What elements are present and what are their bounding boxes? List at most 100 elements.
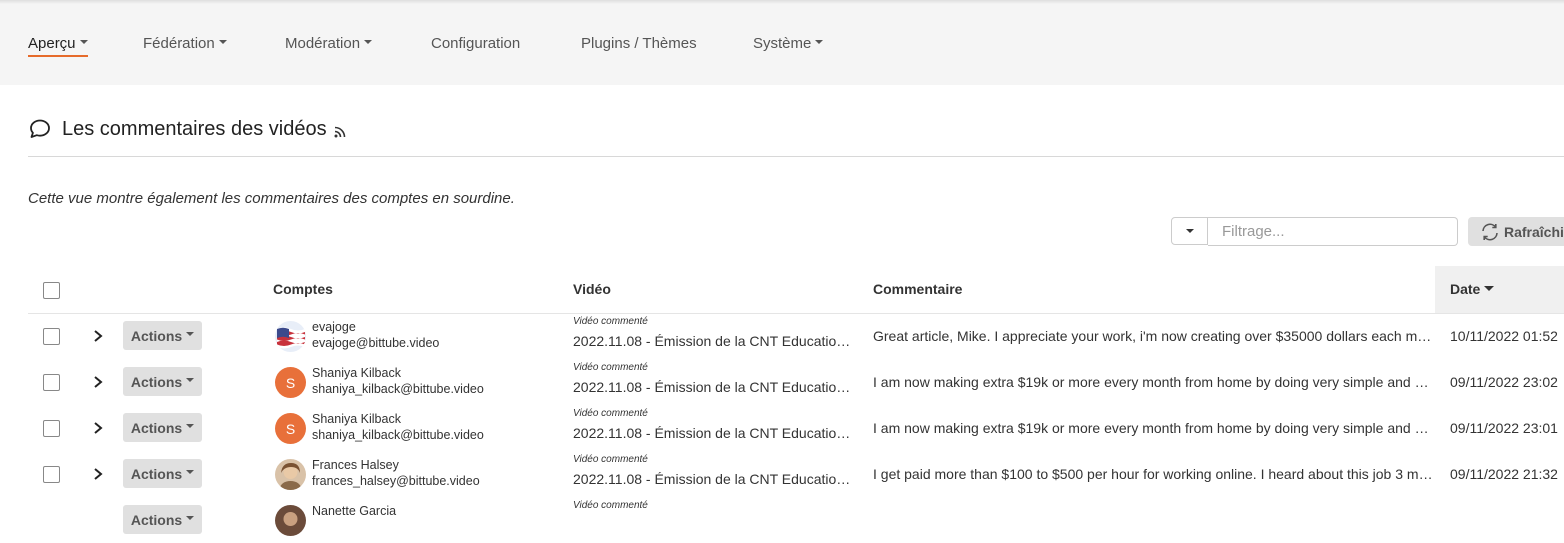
chevron-right-icon[interactable] (92, 329, 104, 343)
title-divider (28, 156, 1564, 157)
nav-moderation-label: Modération (285, 35, 361, 52)
refresh-button[interactable]: Rafraîchir (1468, 217, 1564, 246)
table-row: Actions Frances Halsey frances_halsey@bi… (28, 451, 1564, 497)
avatar[interactable] (275, 321, 306, 352)
nav-plugins-themes[interactable]: Plugins / Thèmes (581, 35, 697, 59)
nav-federation[interactable]: Fédération (143, 35, 227, 59)
avatar[interactable]: S (275, 367, 306, 398)
avatar[interactable] (275, 459, 306, 490)
account-handle: evajoge@bittube.video (312, 336, 440, 350)
account-name[interactable]: evajoge (312, 320, 356, 334)
filter-input[interactable] (1208, 217, 1458, 246)
video-commented-label: Vidéo commenté (573, 454, 648, 465)
video-link[interactable]: 2022.11.08 - Émission de la CNT Educatio… (573, 425, 856, 441)
account-name[interactable]: Shaniya Kilback (312, 412, 401, 426)
filter-dropdown-button[interactable] (1171, 217, 1208, 245)
actions-label: Actions (130, 419, 183, 436)
actions-label: Actions (130, 327, 183, 344)
video-commented-label: Vidéo commenté (573, 408, 648, 419)
caret-down-icon (79, 40, 88, 45)
table-row: Actions S Shaniya Kilback shaniya_kilbac… (28, 359, 1564, 405)
actions-label: Actions (130, 373, 183, 390)
page-header: Les commentaires des vidéos (28, 114, 347, 144)
caret-down-icon (815, 40, 824, 45)
nav-apercu[interactable]: Aperçu (28, 35, 88, 59)
photo-avatar-icon (275, 505, 306, 536)
nav-plugins-label: Plugins / Thèmes (581, 35, 697, 52)
table-row: Actions S Shaniya Kilback shaniya_kilbac… (28, 405, 1564, 451)
flag-avatar-icon (275, 321, 306, 352)
nav-federation-label: Fédération (143, 35, 215, 52)
refresh-label: Rafraîchir (1504, 223, 1564, 240)
caret-down-icon (186, 469, 195, 474)
caret-down-icon (186, 515, 195, 520)
comment-date: 10/11/2022 01:52 (1450, 328, 1558, 344)
header-comment[interactable]: Commentaire (873, 281, 962, 297)
header-video[interactable]: Vidéo (573, 281, 611, 297)
actions-button[interactable]: Actions (123, 459, 202, 488)
comment-text: I am now making extra $19k or more every… (873, 420, 1433, 436)
actions-label: Actions (130, 511, 183, 528)
actions-button[interactable]: Actions (123, 367, 202, 396)
select-all-checkbox[interactable] (43, 282, 60, 299)
nav-moderation[interactable]: Modération (285, 35, 373, 59)
top-navigation: Aperçu Fédération Modération Configurati… (0, 0, 1564, 85)
sort-desc-icon (1484, 285, 1495, 291)
page-title: Les commentaires des vidéos (62, 117, 327, 140)
photo-avatar-icon (275, 459, 306, 490)
comment-date: 09/11/2022 23:01 (1450, 420, 1558, 436)
chevron-right-icon[interactable] (92, 421, 104, 435)
refresh-icon (1482, 223, 1498, 240)
comment-icon (30, 119, 50, 138)
actions-label: Actions (130, 465, 183, 482)
nav-configuration-label: Configuration (431, 35, 521, 52)
row-checkbox[interactable] (43, 420, 60, 437)
page-description: Cette vue montre également les commentai… (28, 190, 515, 207)
row-checkbox[interactable] (43, 374, 60, 391)
comment-date: 09/11/2022 23:02 (1450, 374, 1558, 390)
comment-date: 09/11/2022 21:32 (1450, 466, 1558, 482)
nav-systeme-label: Système (753, 35, 812, 52)
actions-button[interactable]: Actions (123, 321, 202, 350)
caret-down-icon (218, 40, 227, 45)
table-header: Comptes Vidéo Commentaire Date (28, 266, 1564, 314)
caret-down-icon (186, 423, 195, 428)
table-row: Actions evajoge evajoge@bittube.video Vi… (28, 313, 1564, 359)
video-commented-label: Vidéo commenté (573, 362, 648, 373)
top-shadow (0, 0, 1564, 4)
avatar[interactable]: S (275, 413, 306, 444)
video-commented-label: Vidéo commenté (573, 316, 648, 327)
header-date[interactable]: Date (1450, 281, 1495, 297)
caret-down-icon (364, 40, 373, 45)
video-link[interactable]: 2022.11.08 - Émission de la CNT Educatio… (573, 471, 856, 487)
video-link[interactable]: 2022.11.08 - Émission de la CNT Educatio… (573, 333, 856, 349)
chevron-right-icon[interactable] (92, 467, 104, 481)
account-handle: shaniya_kilback@bittube.video (312, 428, 484, 442)
row-checkbox[interactable] (43, 466, 60, 483)
nav-apercu-label: Aperçu (28, 35, 76, 52)
row-checkbox[interactable] (43, 328, 60, 345)
caret-down-icon (186, 377, 195, 382)
header-date-label: Date (1450, 281, 1481, 297)
comment-text: Great article, Mike. I appreciate your w… (873, 328, 1433, 344)
nav-configuration[interactable]: Configuration (431, 35, 520, 59)
table-row: Actions Nanette Garcia Vidéo commenté (28, 497, 1564, 543)
caret-down-icon (186, 331, 195, 336)
account-name[interactable]: Nanette Garcia (312, 504, 396, 518)
header-accounts[interactable]: Comptes (273, 281, 333, 297)
actions-button[interactable]: Actions (123, 505, 202, 534)
nav-systeme[interactable]: Système (753, 35, 824, 59)
video-link[interactable]: 2022.11.08 - Émission de la CNT Educatio… (573, 379, 856, 395)
account-handle: frances_halsey@bittube.video (312, 474, 480, 488)
chevron-right-icon[interactable] (92, 375, 104, 389)
account-name[interactable]: Frances Halsey (312, 458, 399, 472)
comment-text: I am now making extra $19k or more every… (873, 374, 1433, 390)
comment-text: I get paid more than $100 to $500 per ho… (873, 466, 1433, 482)
actions-button[interactable]: Actions (123, 413, 202, 442)
account-name[interactable]: Shaniya Kilback (312, 366, 401, 380)
caret-down-icon (1185, 229, 1194, 233)
video-commented-label: Vidéo commenté (573, 500, 648, 511)
avatar[interactable] (275, 505, 306, 536)
rss-icon[interactable] (333, 125, 347, 139)
account-handle: shaniya_kilback@bittube.video (312, 382, 484, 396)
